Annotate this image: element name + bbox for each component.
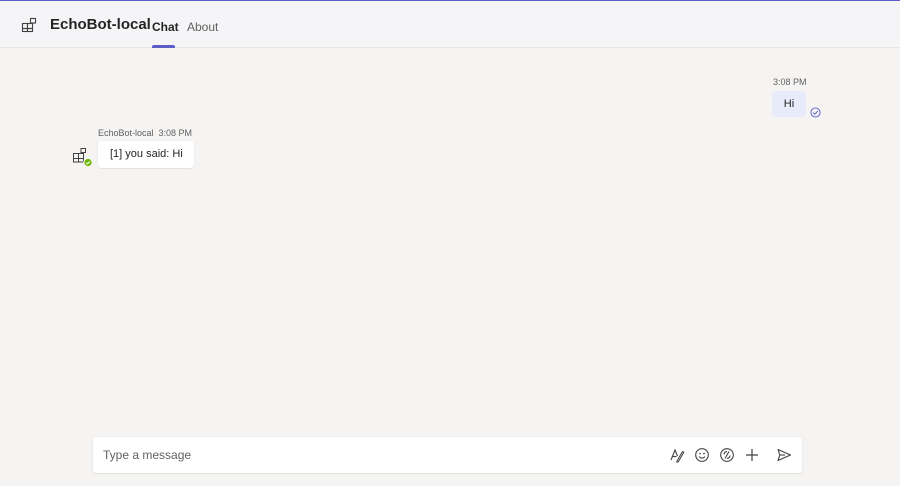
message-composer [93,437,802,473]
presence-available-icon [83,157,93,168]
format-icon[interactable] [669,447,685,463]
received-message-meta: EchoBot-local 3:08 PM [98,128,192,138]
send-icon[interactable] [776,447,792,463]
emoji-icon[interactable] [694,447,710,463]
received-message-bubble[interactable]: [1] you said: Hi [98,141,194,168]
apps-icon[interactable] [21,17,37,33]
sender-name: EchoBot-local [98,128,154,138]
page-title: EchoBot-local [50,16,151,33]
sent-message-bubble[interactable]: Hi [772,91,806,117]
received-message-time: 3:08 PM [158,128,193,138]
avatar[interactable] [72,147,94,169]
chat-header: EchoBot-local Chat About [0,1,900,48]
add-icon[interactable] [744,447,760,463]
sent-message-time: 3:08 PM [773,77,807,87]
tab-about[interactable]: About [187,20,218,34]
loop-icon[interactable] [719,447,735,463]
read-check-icon [810,105,821,118]
active-tab-indicator [152,45,175,48]
tab-chat[interactable]: Chat [152,20,179,34]
message-input[interactable] [103,437,643,473]
